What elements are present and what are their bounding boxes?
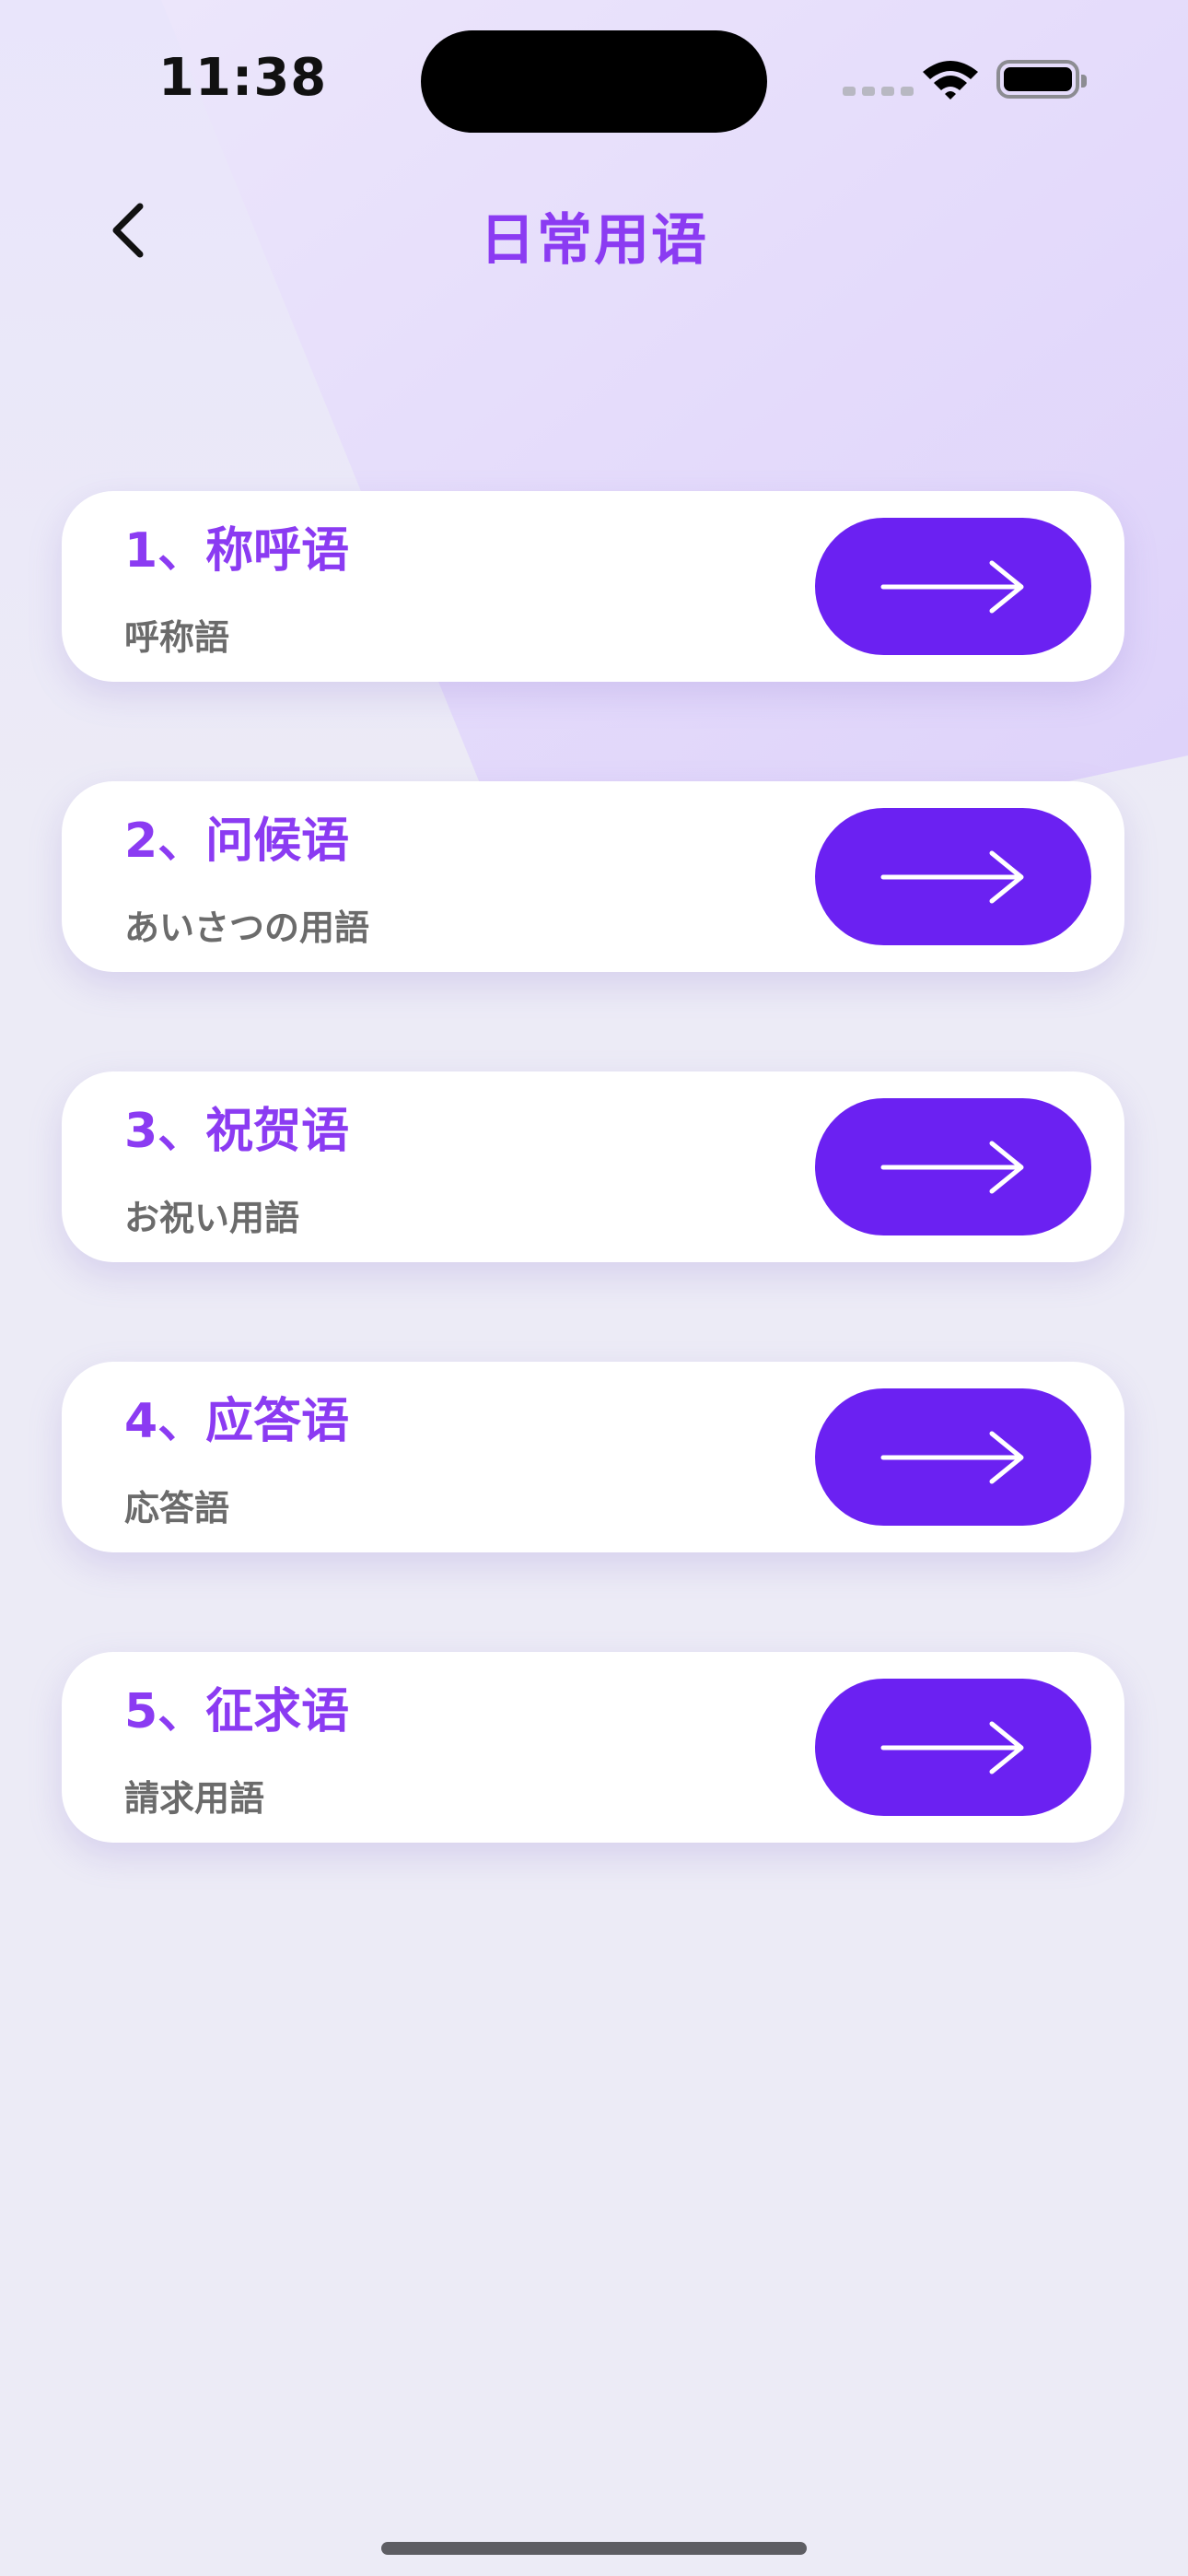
arrow-right-icon [880, 850, 1024, 903]
arrow-right-icon [880, 1431, 1024, 1483]
dynamic-island [421, 30, 767, 133]
item-subtitle: 請求用語 [124, 1778, 265, 1819]
arrow-right-icon [880, 1721, 1024, 1774]
page-title: 日常用语 [480, 208, 708, 273]
go-button[interactable] [815, 1679, 1091, 1816]
list-item-card[interactable]: 1、称呼语 呼称語 [62, 491, 1124, 682]
go-button[interactable] [815, 518, 1091, 655]
item-title: 2、问候语 [124, 814, 350, 869]
item-subtitle: お祝い用語 [124, 1198, 300, 1238]
home-indicator[interactable] [381, 2542, 807, 2555]
item-title: 3、祝贺语 [124, 1104, 350, 1159]
wifi-icon [923, 61, 978, 100]
cellular-signal-icon [843, 87, 914, 96]
list-item-card[interactable]: 3、祝贺语 お祝い用語 [62, 1071, 1124, 1262]
list-item-card[interactable]: 5、征求语 請求用語 [62, 1652, 1124, 1843]
background-decoration [0, 0, 1188, 2576]
item-title: 4、应答语 [124, 1394, 350, 1449]
battery-icon [996, 60, 1087, 99]
list-item-card[interactable]: 4、应答语 応答語 [62, 1362, 1124, 1552]
item-subtitle: 呼称語 [124, 617, 230, 658]
item-subtitle: あいさつの用語 [124, 907, 370, 948]
go-button[interactable] [815, 1388, 1091, 1526]
arrow-right-icon [880, 560, 1024, 613]
item-title: 5、征求语 [124, 1684, 350, 1739]
go-button[interactable] [815, 808, 1091, 945]
go-button[interactable] [815, 1098, 1091, 1235]
arrow-right-icon [880, 1141, 1024, 1193]
item-title: 1、称呼语 [124, 523, 350, 579]
list-item-card[interactable]: 2、问候语 あいさつの用語 [62, 781, 1124, 972]
status-time: 11:38 [158, 48, 328, 108]
item-subtitle: 応答語 [124, 1488, 230, 1528]
